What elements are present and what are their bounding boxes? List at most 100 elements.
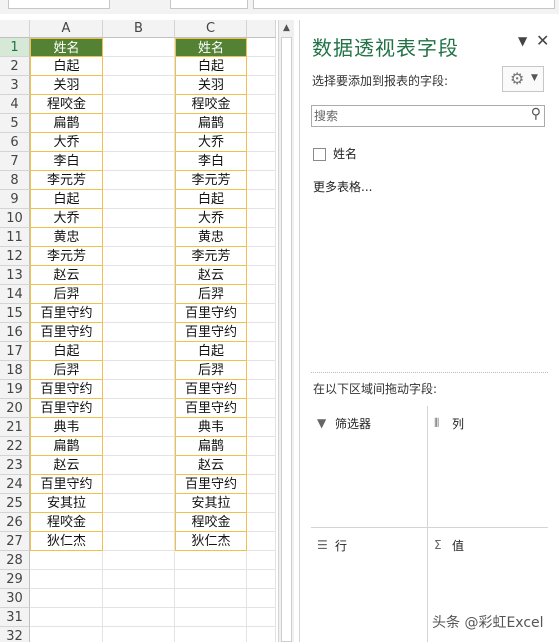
cell-d[interactable] bbox=[247, 627, 276, 642]
cell-a[interactable]: 白起 bbox=[30, 190, 103, 209]
cell-c[interactable]: 白起 bbox=[175, 190, 247, 209]
cell-c[interactable]: 李元芳 bbox=[175, 247, 247, 266]
cell-d[interactable] bbox=[247, 608, 276, 627]
cell-d[interactable] bbox=[247, 456, 276, 475]
cell-b[interactable] bbox=[103, 418, 175, 437]
formula-input[interactable] bbox=[253, 0, 555, 9]
row-header[interactable]: 2 bbox=[0, 57, 30, 76]
rows-area[interactable]: ☰ 行 bbox=[311, 528, 428, 642]
cell-d[interactable] bbox=[247, 266, 276, 285]
cell-b[interactable] bbox=[103, 247, 175, 266]
cell-c[interactable]: 程咬金 bbox=[175, 513, 247, 532]
cell-b[interactable] bbox=[103, 323, 175, 342]
cell-a[interactable]: 白起 bbox=[30, 342, 103, 361]
cell-c[interactable]: 大乔 bbox=[175, 209, 247, 228]
cell-b[interactable] bbox=[103, 551, 175, 570]
cell-d[interactable] bbox=[247, 475, 276, 494]
cell-b[interactable] bbox=[103, 133, 175, 152]
cell-c[interactable]: 李白 bbox=[175, 152, 247, 171]
cell-b[interactable] bbox=[103, 513, 175, 532]
cell-b[interactable] bbox=[103, 266, 175, 285]
cell-d[interactable] bbox=[247, 304, 276, 323]
cell-b[interactable] bbox=[103, 152, 175, 171]
cell-c[interactable]: 百里守约 bbox=[175, 304, 247, 323]
cell-c[interactable] bbox=[175, 589, 247, 608]
cell-a[interactable]: 扁鹊 bbox=[30, 437, 103, 456]
cell-a[interactable]: 赵云 bbox=[30, 266, 103, 285]
cell-b[interactable] bbox=[103, 570, 175, 589]
column-header-d[interactable] bbox=[247, 20, 276, 38]
cell-c[interactable]: 赵云 bbox=[175, 266, 247, 285]
cell-a[interactable]: 关羽 bbox=[30, 76, 103, 95]
cell-d[interactable] bbox=[247, 228, 276, 247]
cell-c[interactable]: 扁鹊 bbox=[175, 437, 247, 456]
cell-a[interactable]: 后羿 bbox=[30, 361, 103, 380]
cell-d[interactable] bbox=[247, 152, 276, 171]
cell-c[interactable] bbox=[175, 570, 247, 589]
row-header[interactable]: 14 bbox=[0, 285, 30, 304]
cell-b[interactable] bbox=[103, 114, 175, 133]
cell-b[interactable] bbox=[103, 57, 175, 76]
row-header[interactable]: 7 bbox=[0, 152, 30, 171]
cell-a[interactable]: 典韦 bbox=[30, 418, 103, 437]
cell-d[interactable] bbox=[247, 38, 276, 57]
cell-b[interactable] bbox=[103, 304, 175, 323]
cell-a[interactable]: 百里守约 bbox=[30, 323, 103, 342]
filters-area[interactable]: ▼ 筛选器 bbox=[311, 406, 428, 528]
cell-d[interactable] bbox=[247, 76, 276, 95]
cell-a[interactable]: 百里守约 bbox=[30, 399, 103, 418]
cell-a[interactable]: 百里守约 bbox=[30, 304, 103, 323]
cell-b[interactable] bbox=[103, 475, 175, 494]
row-header[interactable]: 13 bbox=[0, 266, 30, 285]
cell-a[interactable]: 后羿 bbox=[30, 285, 103, 304]
cell-b[interactable] bbox=[103, 437, 175, 456]
cell-d[interactable] bbox=[247, 361, 276, 380]
column-header-c[interactable]: C bbox=[175, 20, 247, 38]
cell-a[interactable]: 赵云 bbox=[30, 456, 103, 475]
cell-b[interactable] bbox=[103, 190, 175, 209]
cell-b[interactable] bbox=[103, 95, 175, 114]
column-header-b[interactable]: B bbox=[103, 20, 175, 38]
cell-d[interactable] bbox=[247, 418, 276, 437]
cell-b[interactable] bbox=[103, 38, 175, 57]
cell-c[interactable]: 后羿 bbox=[175, 285, 247, 304]
cell-c[interactable] bbox=[175, 551, 247, 570]
cell-a[interactable]: 李白 bbox=[30, 152, 103, 171]
cell-b[interactable] bbox=[103, 608, 175, 627]
cell-b[interactable] bbox=[103, 380, 175, 399]
cell-d[interactable] bbox=[247, 114, 276, 133]
cell-c[interactable]: 姓名 bbox=[175, 38, 247, 57]
row-header[interactable]: 30 bbox=[0, 589, 30, 608]
worksheet-grid[interactable]: A B C 1 姓名 姓名 2 白起 白起 3 关羽 关羽 4 程咬金 程咬金 5 扁鹊 扁鹊 6 大乔 大乔 7 李… bbox=[0, 20, 276, 642]
cell-a[interactable]: 李元芳 bbox=[30, 171, 103, 190]
cell-a[interactable] bbox=[30, 551, 103, 570]
row-header[interactable]: 17 bbox=[0, 342, 30, 361]
cell-c[interactable]: 黄忠 bbox=[175, 228, 247, 247]
cell-c[interactable]: 白起 bbox=[175, 342, 247, 361]
cell-d[interactable] bbox=[247, 551, 276, 570]
row-header[interactable]: 4 bbox=[0, 95, 30, 114]
cell-a[interactable]: 姓名 bbox=[30, 38, 103, 57]
cell-b[interactable] bbox=[103, 171, 175, 190]
cell-b[interactable] bbox=[103, 589, 175, 608]
cell-a[interactable]: 扁鹊 bbox=[30, 114, 103, 133]
cell-d[interactable] bbox=[247, 532, 276, 551]
formula-controls[interactable] bbox=[170, 0, 248, 9]
cell-a[interactable]: 狄仁杰 bbox=[30, 532, 103, 551]
cell-b[interactable] bbox=[103, 342, 175, 361]
row-header[interactable]: 19 bbox=[0, 380, 30, 399]
cell-c[interactable] bbox=[175, 627, 247, 642]
row-header[interactable]: 1 bbox=[0, 38, 30, 57]
cell-b[interactable] bbox=[103, 494, 175, 513]
row-header[interactable]: 21 bbox=[0, 418, 30, 437]
cell-d[interactable] bbox=[247, 342, 276, 361]
cell-a[interactable] bbox=[30, 627, 103, 642]
cell-d[interactable] bbox=[247, 209, 276, 228]
cell-c[interactable]: 狄仁杰 bbox=[175, 532, 247, 551]
cell-b[interactable] bbox=[103, 532, 175, 551]
row-header[interactable]: 27 bbox=[0, 532, 30, 551]
cell-c[interactable]: 扁鹊 bbox=[175, 114, 247, 133]
cell-c[interactable]: 赵云 bbox=[175, 456, 247, 475]
cell-a[interactable] bbox=[30, 570, 103, 589]
cell-a[interactable]: 大乔 bbox=[30, 209, 103, 228]
